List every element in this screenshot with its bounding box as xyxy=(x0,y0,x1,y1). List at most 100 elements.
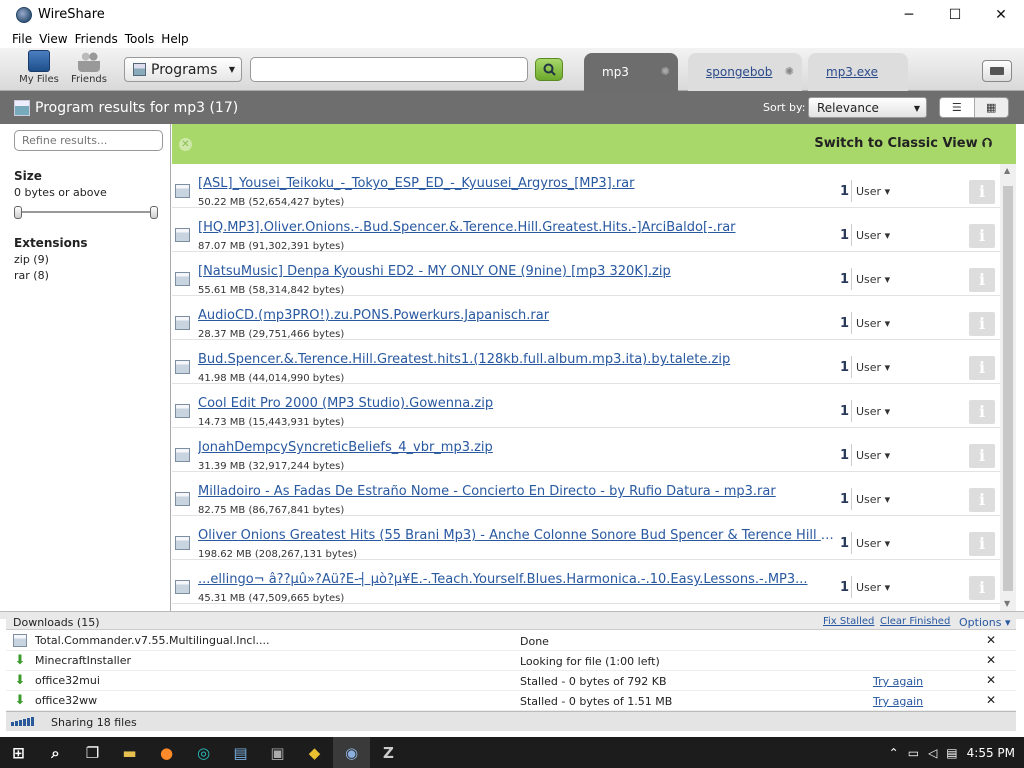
clock[interactable]: 4:55 PM xyxy=(967,746,1015,760)
device-menu-button[interactable] xyxy=(982,60,1012,82)
scroll-down-icon[interactable]: ▼ xyxy=(1004,599,1010,608)
scrollbar-thumb[interactable] xyxy=(1003,186,1013,591)
menu-view[interactable]: View xyxy=(39,32,67,46)
info-icon[interactable]: i xyxy=(969,576,995,600)
download-row[interactable]: ⬇ MinecraftInstaller Looking for file (1… xyxy=(6,651,1016,671)
user-dropdown[interactable]: User ▾ xyxy=(856,405,890,418)
result-name-link[interactable]: ...ellingo¬ â??µû»?Äü?Ë-┤ µò?µ¥É.-.Teach… xyxy=(198,572,834,587)
result-row[interactable]: [ASL]_Yousei_Teikoku_-_Tokyo_ESP_ED_-_Ky… xyxy=(172,164,1000,208)
list-view-button[interactable]: ☰ xyxy=(940,98,975,117)
close-button[interactable]: ✕ xyxy=(978,0,1024,29)
result-name-link[interactable]: AudioCD.(mp3PRO!).zu.PONS.Powerkurs.Japa… xyxy=(198,308,834,323)
try-again-link[interactable]: Try again xyxy=(873,695,923,708)
result-name-link[interactable]: Cool Edit Pro 2000 (MP3 Studio).Gowenna.… xyxy=(198,396,834,411)
user-dropdown[interactable]: User ▾ xyxy=(856,449,890,462)
result-row[interactable]: Oliver Onions Greatest Hits (55 Brani Mp… xyxy=(172,516,1000,560)
info-icon[interactable]: i xyxy=(969,312,995,336)
result-row[interactable]: [NatsuMusic] Denpa Kyoushi ED2 - MY ONLY… xyxy=(172,252,1000,296)
result-name-link[interactable]: Milladoiro - As Fadas De Estraño Nome - … xyxy=(198,484,834,499)
remove-download-icon[interactable]: ✕ xyxy=(986,633,996,647)
download-row[interactable]: ⬇ office32ww Stalled - 0 bytes of 1.51 M… xyxy=(6,691,1016,711)
menu-tools[interactable]: Tools xyxy=(125,32,155,46)
volume-icon[interactable]: ◁ xyxy=(928,746,937,760)
tab-spongebob[interactable]: spongebob ✺ xyxy=(688,53,802,91)
result-row[interactable]: Bud.Spencer.&.Terence.Hill.Greatest.hits… xyxy=(172,340,1000,384)
app-icon[interactable]: ▣ xyxy=(259,737,296,768)
user-dropdown[interactable]: User ▾ xyxy=(856,317,890,330)
shield-icon[interactable]: ◆ xyxy=(296,737,333,768)
user-dropdown[interactable]: User ▾ xyxy=(856,361,890,374)
download-row[interactable]: ⬇ office32mui Stalled - 0 bytes of 792 K… xyxy=(6,671,1016,691)
fix-stalled-link[interactable]: Fix Stalled xyxy=(823,616,874,627)
notepad-icon[interactable]: ▤ xyxy=(222,737,259,768)
user-dropdown[interactable]: User ▾ xyxy=(856,493,890,506)
results-scrollbar[interactable]: ▲ ▼ xyxy=(1000,164,1016,611)
info-icon[interactable]: i xyxy=(969,180,995,204)
result-name-link[interactable]: Bud.Spencer.&.Terence.Hill.Greatest.hits… xyxy=(198,352,834,367)
browser-icon[interactable]: ◎ xyxy=(185,737,222,768)
user-dropdown[interactable]: User ▾ xyxy=(856,537,890,550)
network-icon[interactable]: ▭ xyxy=(908,746,919,760)
result-row[interactable]: ...ellingo¬ â??µû»?Äü?Ë-┤ µò?µ¥É.-.Teach… xyxy=(172,560,1000,604)
friends-button[interactable]: Friends xyxy=(64,50,114,85)
slider-max-handle[interactable] xyxy=(150,206,158,219)
tab-mp3[interactable]: mp3 ✺ xyxy=(584,53,678,91)
minimize-button[interactable]: ─ xyxy=(886,0,932,29)
task-view-icon[interactable]: ❐ xyxy=(74,737,111,768)
category-select[interactable]: Programs ▼ xyxy=(124,57,242,82)
menu-file[interactable]: File xyxy=(12,32,32,46)
options-menu[interactable]: Options ▾ xyxy=(959,616,1010,629)
clear-finished-link[interactable]: Clear Finished xyxy=(880,616,950,627)
table-view-button[interactable]: ▦ xyxy=(975,98,1009,117)
extension-filter-rar[interactable]: rar (8) xyxy=(14,269,162,282)
info-icon[interactable]: i xyxy=(969,444,995,468)
search-button[interactable] xyxy=(535,58,563,81)
scroll-up-icon[interactable]: ▲ xyxy=(1004,166,1010,175)
user-dropdown[interactable]: User ▾ xyxy=(856,185,890,198)
info-icon[interactable]: i xyxy=(969,268,995,292)
sort-select[interactable]: Relevance ▼ xyxy=(808,97,927,118)
slider-min-handle[interactable] xyxy=(14,206,22,219)
result-name-link[interactable]: [NatsuMusic] Denpa Kyoushi ED2 - MY ONLY… xyxy=(198,264,834,279)
extension-filter-zip[interactable]: zip (9) xyxy=(14,253,162,266)
info-icon[interactable]: i xyxy=(969,400,995,424)
info-icon[interactable]: i xyxy=(969,224,995,248)
search-input[interactable] xyxy=(250,57,528,82)
wireshare-taskbar-icon[interactable]: ◉ xyxy=(333,737,370,768)
close-icon[interactable]: ✕ xyxy=(179,138,192,151)
info-icon[interactable]: i xyxy=(969,488,995,512)
switch-classic-view-link[interactable]: Switch to Classic View ⮉ xyxy=(814,136,992,151)
download-row[interactable]: Total.Commander.v7.55.Multilingual.Incl.… xyxy=(6,631,1016,651)
menu-friends[interactable]: Friends xyxy=(75,32,118,46)
user-dropdown[interactable]: User ▾ xyxy=(856,229,890,242)
my-files-button[interactable]: My Files xyxy=(14,50,64,85)
result-name-link[interactable]: [ASL]_Yousei_Teikoku_-_Tokyo_ESP_ED_-_Ky… xyxy=(198,176,834,191)
connection-strength-icon[interactable] xyxy=(11,717,34,726)
user-dropdown[interactable]: User ▾ xyxy=(856,273,890,286)
user-dropdown[interactable]: User ▾ xyxy=(856,581,890,594)
info-icon[interactable]: i xyxy=(969,532,995,556)
firefox-icon[interactable]: ● xyxy=(148,737,185,768)
try-again-link[interactable]: Try again xyxy=(873,675,923,688)
app-z-icon[interactable]: Z xyxy=(370,737,407,768)
result-row[interactable]: Cool Edit Pro 2000 (MP3 Studio).Gowenna.… xyxy=(172,384,1000,428)
result-row[interactable]: Milladoiro - As Fadas De Estraño Nome - … xyxy=(172,472,1000,516)
info-icon[interactable]: i xyxy=(969,356,995,380)
file-explorer-icon[interactable]: ▬ xyxy=(111,737,148,768)
result-row[interactable]: AudioCD.(mp3PRO!).zu.PONS.Powerkurs.Japa… xyxy=(172,296,1000,340)
chevron-up-icon[interactable]: ⌃ xyxy=(889,746,899,760)
notification-icon[interactable]: ▤ xyxy=(946,746,957,760)
result-row[interactable]: JonahDempcySyncreticBeliefs_4_vbr_mp3.zi… xyxy=(172,428,1000,472)
remove-download-icon[interactable]: ✕ xyxy=(986,673,996,687)
search-icon[interactable]: ⌕ xyxy=(37,737,74,768)
menu-help[interactable]: Help xyxy=(161,32,188,46)
tab-mp3-exe[interactable]: mp3.exe xyxy=(808,53,908,91)
refine-results-input[interactable] xyxy=(14,130,163,151)
result-name-link[interactable]: JonahDempcySyncreticBeliefs_4_vbr_mp3.zi… xyxy=(198,440,834,455)
result-name-link[interactable]: [HQ.MP3].Oliver.Onions.-.Bud.Spencer.&.T… xyxy=(198,220,834,235)
size-slider[interactable] xyxy=(14,206,158,219)
result-row[interactable]: [HQ.MP3].Oliver.Onions.-.Bud.Spencer.&.T… xyxy=(172,208,1000,252)
remove-download-icon[interactable]: ✕ xyxy=(986,653,996,667)
result-name-link[interactable]: Oliver Onions Greatest Hits (55 Brani Mp… xyxy=(198,528,834,543)
windows-start-icon[interactable]: ⊞ xyxy=(0,737,37,768)
